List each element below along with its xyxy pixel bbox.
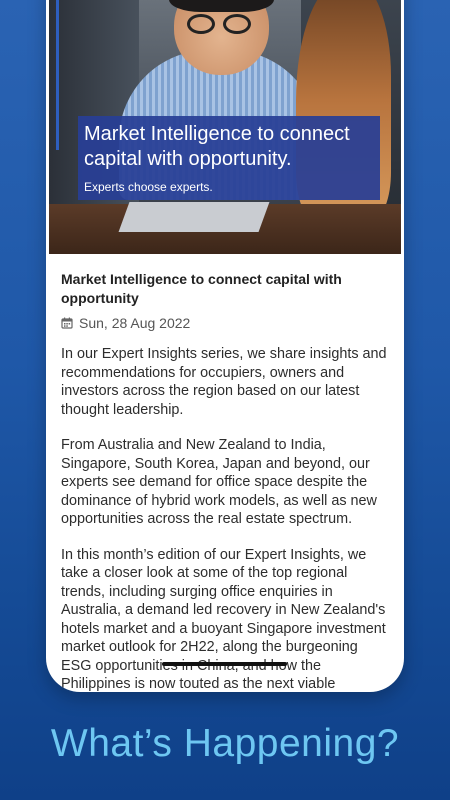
hero-image: Market Intelligence to connect capital w… bbox=[49, 0, 401, 254]
banner-subtitle: Experts choose experts. bbox=[84, 180, 213, 194]
article-content: Market Intelligence to connect capital w… bbox=[61, 270, 389, 692]
hero-banner: Market Intelligence to connect capital w… bbox=[78, 116, 380, 200]
laptop-graphic bbox=[118, 202, 270, 232]
tagline: What’s Happening? bbox=[50, 722, 400, 765]
glasses-graphic bbox=[187, 14, 257, 34]
article-date-row: Sun, 28 Aug 2022 bbox=[61, 315, 389, 331]
banner-title: Market Intelligence to connect capital w… bbox=[84, 123, 350, 170]
hero-accent-line bbox=[56, 0, 59, 150]
calendar-icon bbox=[61, 317, 73, 329]
person-hair bbox=[169, 0, 274, 12]
home-indicator[interactable] bbox=[162, 662, 287, 666]
article-title: Market Intelligence to connect capital w… bbox=[61, 271, 342, 306]
article-paragraph: From Australia and New Zealand to India,… bbox=[61, 437, 377, 527]
article-paragraph: In this month’s edition of our Expert In… bbox=[61, 546, 386, 693]
phone-frame: Market Intelligence to connect capital w… bbox=[46, 0, 404, 692]
article-date: Sun, 28 Aug 2022 bbox=[79, 315, 191, 331]
article-paragraph: In our Expert Insights series, we share … bbox=[61, 346, 387, 418]
